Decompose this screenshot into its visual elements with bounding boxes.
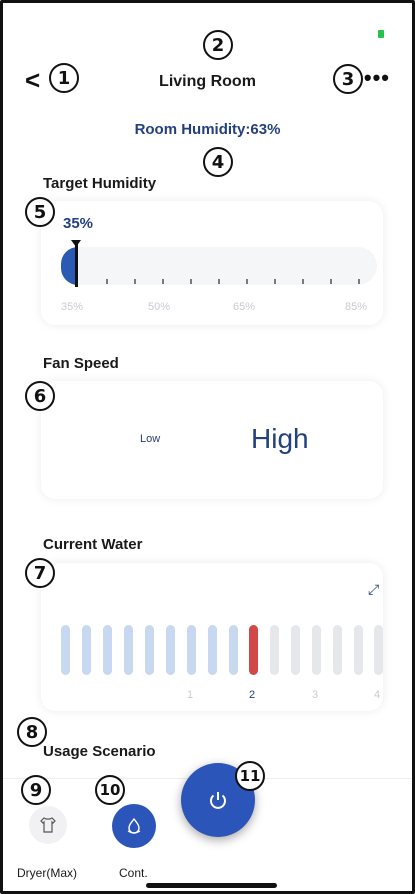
target-humidity-value: 35% — [63, 215, 94, 232]
slider-tick — [246, 279, 248, 284]
water-level-bar — [270, 625, 279, 675]
fan-speed-card — [41, 381, 383, 499]
app-frame: < Living Room ••• Room Humidity:63% Targ… — [0, 0, 415, 894]
water-level-label-selected: 2 — [249, 689, 256, 701]
water-level-bar — [166, 625, 175, 675]
slider-tick — [330, 279, 332, 284]
water-level-bar — [354, 625, 363, 675]
slider-tick-label: 85% — [345, 301, 368, 313]
water-level-bar — [145, 625, 154, 675]
slider-tick-label: 50% — [148, 301, 171, 313]
usage-scenario-label: Usage Scenario — [43, 743, 156, 760]
slider-tick — [302, 279, 304, 284]
annotation-marker: 6 — [25, 381, 55, 411]
annotation-marker: 10 — [95, 775, 125, 805]
more-dots-icon: ••• — [363, 65, 390, 90]
annotation-marker: 1 — [49, 63, 79, 93]
slider-handle-marker — [71, 240, 81, 247]
water-level-bar — [208, 625, 217, 675]
scenario-dryer-max-label: Dryer(Max) — [17, 866, 77, 880]
scenario-dryer-max-button[interactable] — [29, 806, 67, 844]
scenario-continuous-label: Cont. — [119, 866, 148, 880]
water-level-bar — [229, 625, 238, 675]
water-level-bar — [82, 625, 91, 675]
current-water-label: Current Water — [43, 536, 143, 553]
target-humidity-label: Target Humidity — [43, 175, 157, 192]
water-level-bar — [61, 625, 70, 675]
water-level-bar — [187, 625, 196, 675]
water-level-bar — [103, 625, 112, 675]
annotation-marker: 11 — [235, 761, 265, 791]
water-level-label: 4 — [374, 689, 381, 701]
water-level-bar — [333, 625, 342, 675]
slider-tick — [190, 279, 192, 284]
expand-arrows-icon[interactable]: ⤢ — [368, 581, 379, 598]
home-indicator[interactable] — [146, 883, 277, 888]
slider-tick — [274, 279, 276, 284]
annotation-marker: 2 — [203, 30, 233, 60]
water-level-bar-current — [249, 625, 258, 675]
annotation-marker: 8 — [17, 717, 47, 747]
annotation-marker: 3 — [333, 64, 363, 94]
more-options-button[interactable]: ••• — [364, 65, 390, 91]
slider-tick-label: 65% — [233, 301, 256, 313]
fan-speed-high-option[interactable]: High — [251, 423, 309, 455]
water-level-label: 3 — [312, 689, 319, 701]
water-level-bar — [312, 625, 321, 675]
slider-tick-label: 35% — [61, 301, 84, 313]
power-icon — [210, 792, 226, 809]
slider-tick — [106, 279, 108, 284]
water-level-bar — [124, 625, 133, 675]
shirt-icon — [40, 817, 56, 833]
slider-handle[interactable] — [75, 241, 78, 287]
water-drop-icon — [127, 817, 141, 834]
room-humidity-readout: Room Humidity:63% — [134, 121, 281, 138]
water-level-label: 1 — [187, 689, 194, 701]
slider-tick — [162, 279, 164, 284]
water-level-bar — [291, 625, 300, 675]
slider-tick — [134, 279, 136, 284]
annotation-marker: 9 — [21, 775, 51, 805]
water-level-bar — [374, 625, 383, 675]
slider-tick — [358, 279, 360, 284]
fan-speed-label: Fan Speed — [43, 355, 119, 372]
scenario-continuous-button[interactable] — [112, 804, 156, 848]
annotation-marker: 7 — [25, 558, 55, 588]
battery-icon — [378, 30, 384, 38]
annotation-marker: 5 — [25, 197, 55, 227]
slider-tick — [218, 279, 220, 284]
fan-speed-low-option[interactable]: Low — [140, 433, 160, 445]
annotation-marker: 4 — [203, 147, 233, 177]
